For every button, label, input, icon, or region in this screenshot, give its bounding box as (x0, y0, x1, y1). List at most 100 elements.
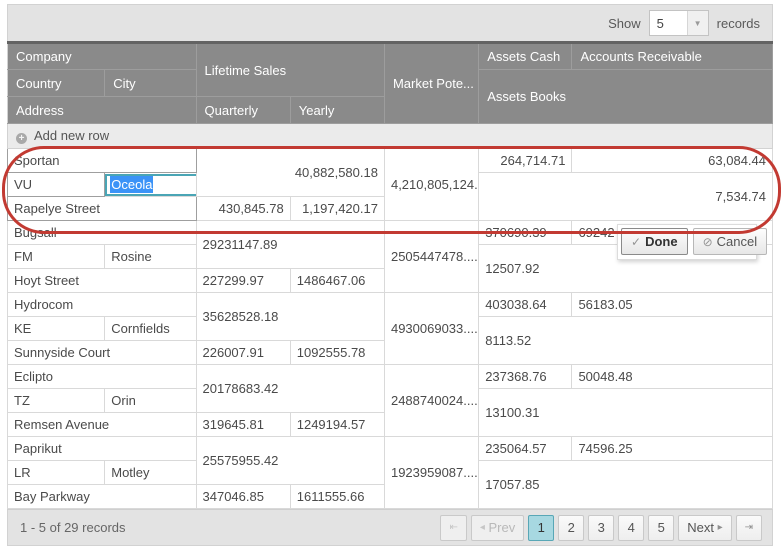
selected-text: Oceola (110, 176, 153, 193)
prev-label: Prev (488, 520, 515, 535)
cell-yearly[interactable]: 1611555.66 (290, 485, 384, 509)
page-button-5[interactable]: 5 (648, 515, 674, 541)
cell-market-potential[interactable]: 2505447478.... (384, 221, 478, 293)
cell-address[interactable]: Hoyt Street (8, 269, 197, 293)
city-editor-input[interactable]: Oceola (105, 174, 196, 196)
cell-company[interactable]: Eclipto (8, 365, 197, 389)
cell-accounts-receivable[interactable]: 63,084.44 (572, 149, 773, 173)
record-row: Eclipto 20178683.42 2488740024.... 23736… (8, 365, 773, 437)
cell-market-potential[interactable]: 2488740024.... (384, 365, 478, 437)
cell-quarterly[interactable]: 347046.85 (196, 485, 290, 509)
cell-city[interactable]: Orin (105, 389, 196, 413)
cell-quarterly[interactable]: 227299.97 (196, 269, 290, 293)
cell-market-potential[interactable]: 1923959087.... (384, 437, 478, 509)
next-icon: ▸ (718, 522, 723, 533)
prev-page-button[interactable]: ◂ Prev (471, 515, 524, 541)
header-assets-books[interactable]: Assets Books (479, 70, 773, 124)
grid-toolbar: Show 5 ▼ records (7, 4, 773, 41)
cell-assets-books[interactable]: 17057.85 (479, 461, 773, 509)
cell-assets-books[interactable]: 7,534.74 (479, 173, 773, 221)
header-quarterly[interactable]: Quarterly (196, 97, 290, 124)
header-company[interactable]: Company (8, 43, 197, 70)
header-lifetime-sales[interactable]: Lifetime Sales (196, 43, 384, 97)
edit-confirm-popup: ✓ Done ⊘ Cancel (617, 224, 757, 260)
page-button-2[interactable]: 2 (558, 515, 584, 541)
last-page-button[interactable]: ⇥ (736, 515, 762, 541)
cell-company[interactable]: Sportan (8, 149, 197, 173)
cell-lifetime-sales[interactable]: 20178683.42 (196, 365, 384, 413)
cell-accounts-receivable[interactable]: 50048.48 (572, 365, 773, 389)
cell-country[interactable]: LR (8, 461, 105, 485)
cell-city[interactable]: Motley (105, 461, 196, 485)
page-size-select[interactable]: 5 ▼ (649, 10, 709, 36)
cell-lifetime-sales[interactable]: 35628528.18 (196, 293, 384, 341)
add-new-row-button[interactable]: + Add new row (8, 124, 773, 149)
first-page-button[interactable]: ⇤ (440, 515, 466, 541)
header-accounts-receivable[interactable]: Accounts Receivable (572, 43, 773, 70)
check-icon: ✓ (631, 235, 641, 249)
header-city[interactable]: City (105, 70, 196, 97)
page-button-1[interactable]: 1 (528, 515, 554, 541)
first-page-icon: ⇤ (449, 522, 457, 533)
cell-country[interactable]: VU (8, 173, 105, 197)
done-button[interactable]: ✓ Done (621, 228, 688, 255)
cell-assets-cash[interactable]: 237368.76 (479, 365, 572, 389)
cell-city-editing: Oceola (105, 173, 196, 197)
cell-city[interactable]: Cornfields (105, 317, 196, 341)
cell-address[interactable]: Sunnyside Court (8, 341, 197, 365)
next-label: Next (687, 520, 714, 535)
grid-header: Company Lifetime Sales Market Pote... As… (8, 43, 773, 124)
cell-market-potential[interactable]: 4930069033.... (384, 293, 478, 365)
add-icon: + (16, 133, 27, 144)
cell-assets-cash[interactable]: 235064.57 (479, 437, 572, 461)
cell-company[interactable]: Paprikut (8, 437, 197, 461)
cell-assets-books[interactable]: 13100.31 (479, 389, 773, 437)
header-yearly[interactable]: Yearly (290, 97, 384, 124)
cell-city[interactable]: Rosine (105, 245, 196, 269)
cell-company[interactable]: Hydrocom (8, 293, 197, 317)
prev-icon: ◂ (480, 522, 485, 533)
cancel-icon: ⊘ (703, 235, 713, 249)
records-label: records (717, 16, 760, 31)
done-label: Done (645, 234, 678, 249)
cell-market-potential[interactable]: 4,210,805,124.6 (384, 149, 478, 221)
cell-accounts-receivable[interactable]: 74596.25 (572, 437, 773, 461)
header-country[interactable]: Country (8, 70, 105, 97)
chevron-down-icon[interactable]: ▼ (687, 11, 708, 35)
next-page-button[interactable]: Next ▸ (678, 515, 731, 541)
cell-yearly[interactable]: 1486467.06 (290, 269, 384, 293)
cancel-button[interactable]: ⊘ Cancel (693, 228, 768, 255)
add-new-row-label: Add new row (34, 128, 109, 143)
cell-assets-cash[interactable]: 370690.39 (479, 221, 572, 245)
record-row: Paprikut 25575955.42 1923959087.... 2350… (8, 437, 773, 509)
record-row: Hydrocom 35628528.18 4930069033.... 4030… (8, 293, 773, 365)
header-address[interactable]: Address (8, 97, 197, 124)
show-label: Show (608, 16, 641, 31)
cell-accounts-receivable[interactable]: 56183.05 (572, 293, 773, 317)
cell-address[interactable]: Rapelye Street (8, 197, 197, 221)
cell-company[interactable]: Bugsall (8, 221, 197, 245)
page-button-3[interactable]: 3 (588, 515, 614, 541)
cell-country[interactable]: FM (8, 245, 105, 269)
cell-assets-books[interactable]: 8113.52 (479, 317, 773, 365)
cell-assets-cash[interactable]: 264,714.71 (479, 149, 572, 173)
cell-assets-cash[interactable]: 403038.64 (479, 293, 572, 317)
cell-lifetime-sales[interactable]: 40,882,580.18 (196, 149, 384, 197)
cell-country[interactable]: TZ (8, 389, 105, 413)
page-button-4[interactable]: 4 (618, 515, 644, 541)
data-grid-widget: Show 5 ▼ records Company Lifetime Sales … (7, 4, 773, 546)
cell-yearly[interactable]: 1,197,420.17 (290, 197, 384, 221)
cell-yearly[interactable]: 1092555.78 (290, 341, 384, 365)
page-size-value: 5 (650, 11, 687, 35)
header-assets-cash[interactable]: Assets Cash (479, 43, 572, 70)
cell-yearly[interactable]: 1249194.57 (290, 413, 384, 437)
cell-address[interactable]: Bay Parkway (8, 485, 197, 509)
cell-quarterly[interactable]: 319645.81 (196, 413, 290, 437)
cell-lifetime-sales[interactable]: 25575955.42 (196, 437, 384, 485)
header-market-potential[interactable]: Market Pote... (384, 43, 478, 124)
cell-address[interactable]: Remsen Avenue (8, 413, 197, 437)
cell-quarterly[interactable]: 430,845.78 (196, 197, 290, 221)
cell-lifetime-sales[interactable]: 29231147.89 (196, 221, 384, 269)
cell-quarterly[interactable]: 226007.91 (196, 341, 290, 365)
cell-country[interactable]: KE (8, 317, 105, 341)
